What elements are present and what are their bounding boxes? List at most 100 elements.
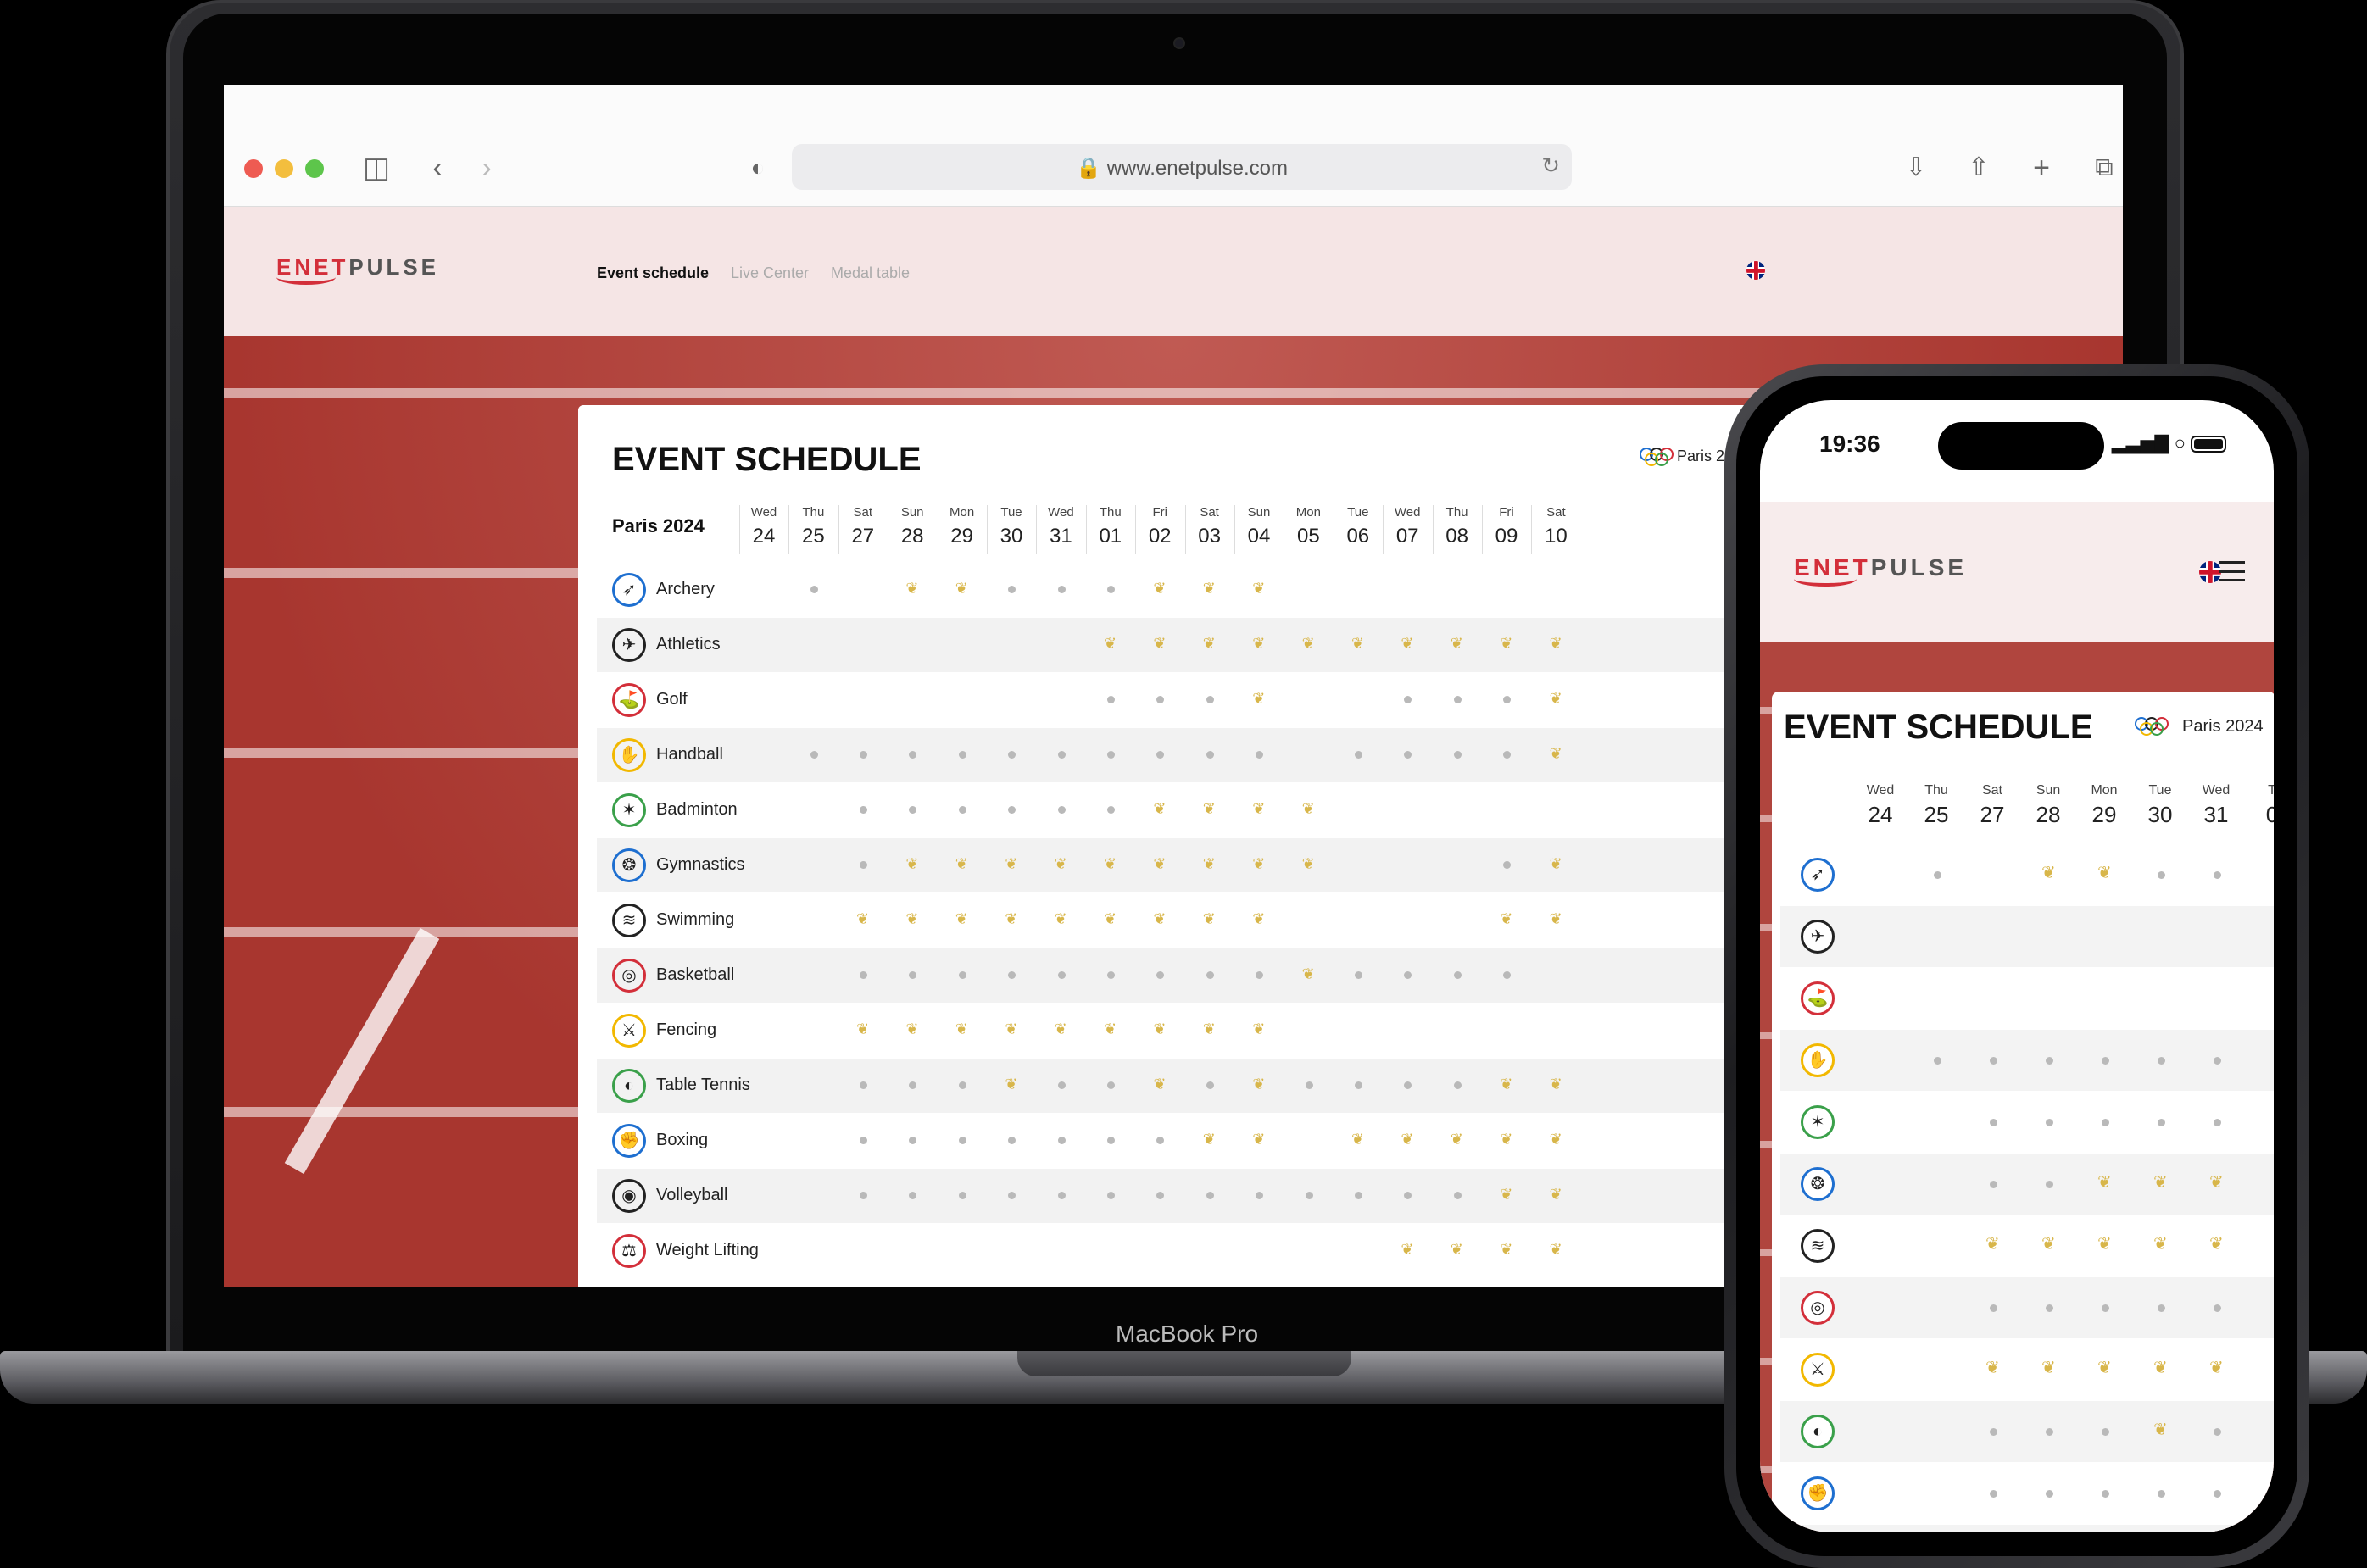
uk-flag-icon[interactable] [1746, 261, 1765, 280]
competition-dot[interactable] [1206, 1081, 1214, 1089]
competition-dot[interactable] [958, 1192, 966, 1199]
phone-day-column-header[interactable]: Tue 30 [2133, 783, 2187, 828]
medal-event-marker[interactable]: ❦ [1203, 1020, 1216, 1037]
medal-event-marker[interactable]: ❦ [1153, 1076, 1166, 1093]
competition-dot[interactable] [2102, 1119, 2109, 1126]
competition-dot[interactable] [1107, 806, 1115, 814]
competition-dot[interactable] [1057, 751, 1066, 759]
phone-sport-row[interactable]: ✈ [1780, 906, 2274, 967]
competition-dot[interactable] [2046, 1119, 2053, 1126]
medal-event-marker[interactable]: ❦ [1005, 1076, 1017, 1093]
medal-event-marker[interactable]: ❦ [2153, 1174, 2168, 1191]
competition-dot[interactable] [1990, 1428, 1997, 1436]
competition-dot[interactable] [1990, 1057, 1997, 1065]
download-icon[interactable]: ⇩ [1899, 151, 1933, 185]
competition-dot[interactable] [1156, 696, 1165, 703]
medal-event-marker[interactable]: ❦ [1252, 635, 1265, 652]
medal-event-marker[interactable]: ❦ [1252, 855, 1265, 872]
medal-event-marker[interactable]: ❦ [955, 910, 968, 927]
competition-dot[interactable] [1057, 971, 1066, 979]
medal-event-marker[interactable]: ❦ [1252, 1020, 1265, 1037]
day-column-header[interactable]: Wed 24 [739, 505, 788, 548]
competition-dot[interactable] [1404, 1192, 1412, 1199]
phone-sport-row[interactable]: ◉ [1780, 1525, 2274, 1532]
medal-event-marker[interactable]: ❦ [2097, 1174, 2112, 1191]
medal-event-marker[interactable]: ❦ [1203, 1131, 1216, 1148]
medal-event-marker[interactable]: ❦ [1500, 1076, 1512, 1093]
medal-event-marker[interactable]: ❦ [1104, 910, 1117, 927]
medal-event-marker[interactable]: ❦ [1055, 910, 1067, 927]
competition-dot[interactable] [860, 1192, 867, 1199]
medal-event-marker[interactable]: ❦ [1153, 1020, 1166, 1037]
competition-dot[interactable] [958, 971, 966, 979]
medal-event-marker[interactable]: ❦ [1550, 635, 1562, 652]
phone-day-column-header[interactable]: Sun 28 [2021, 783, 2075, 828]
medal-event-marker[interactable]: ❦ [1351, 1131, 1364, 1148]
medal-event-marker[interactable]: ❦ [1550, 1241, 1562, 1258]
medal-event-marker[interactable]: ❦ [2153, 1421, 2168, 1438]
medal-event-marker[interactable]: ❦ [1550, 1186, 1562, 1203]
medal-event-marker[interactable]: ❦ [2153, 1359, 2168, 1376]
medal-event-marker[interactable]: ❦ [1500, 1131, 1512, 1148]
competition-dot[interactable] [1404, 971, 1412, 979]
competition-dot[interactable] [1355, 971, 1362, 979]
medal-event-marker[interactable]: ❦ [1104, 1020, 1117, 1037]
competition-dot[interactable] [860, 971, 867, 979]
competition-dot[interactable] [2214, 1304, 2221, 1312]
competition-dot[interactable] [1156, 1137, 1165, 1144]
competition-dot[interactable] [1057, 1137, 1066, 1144]
medal-event-marker[interactable]: ❦ [1203, 580, 1216, 597]
medal-event-marker[interactable]: ❦ [2041, 1359, 2056, 1376]
medal-event-marker[interactable]: ❦ [1153, 800, 1166, 817]
day-column-header[interactable]: Mon 05 [1284, 505, 1333, 548]
medal-event-marker[interactable]: ❦ [856, 1020, 869, 1037]
competition-dot[interactable] [2158, 1057, 2165, 1065]
phone-sport-row[interactable]: ⛳ [1780, 968, 2274, 1029]
competition-dot[interactable] [1453, 1192, 1462, 1199]
competition-dot[interactable] [2214, 1119, 2221, 1126]
medal-event-marker[interactable]: ❦ [905, 580, 918, 597]
phone-day-column-header[interactable]: Wed 31 [2189, 783, 2243, 828]
medal-event-marker[interactable]: ❦ [1401, 1131, 1413, 1148]
phone-sport-row[interactable]: ◎ [1780, 1277, 2274, 1338]
competition-dot[interactable] [1057, 806, 1066, 814]
competition-dot[interactable] [1256, 1192, 1264, 1199]
medal-event-marker[interactable]: ❦ [1451, 635, 1463, 652]
competition-dot[interactable] [2158, 1490, 2165, 1498]
competition-dot[interactable] [1503, 751, 1512, 759]
competition-dot[interactable] [1355, 751, 1362, 759]
competition-dot[interactable] [860, 751, 867, 759]
medal-event-marker[interactable]: ❦ [856, 910, 869, 927]
day-column-header[interactable]: Tue 30 [987, 505, 1036, 548]
phone-uk-flag-icon[interactable] [2199, 561, 2221, 583]
competition-dot[interactable] [1990, 1181, 1997, 1188]
medal-event-marker[interactable]: ❦ [1252, 800, 1265, 817]
competition-dot[interactable] [909, 1192, 917, 1199]
competition-dot[interactable] [2214, 1490, 2221, 1498]
competition-dot[interactable] [1008, 1137, 1016, 1144]
phone-day-column-header[interactable]: Mon 29 [2077, 783, 2131, 828]
medal-event-marker[interactable]: ❦ [1985, 1236, 2000, 1253]
forward-icon[interactable]: › [470, 151, 504, 185]
competition-dot[interactable] [1206, 1192, 1214, 1199]
medal-event-marker[interactable]: ❦ [1500, 910, 1512, 927]
competition-dot[interactable] [1503, 696, 1512, 703]
new-tab-icon[interactable]: + [2024, 151, 2058, 185]
medal-event-marker[interactable]: ❦ [955, 580, 968, 597]
medal-event-marker[interactable]: ❦ [1252, 1076, 1265, 1093]
day-column-header[interactable]: Mon 29 [938, 505, 987, 548]
phone-sport-row[interactable]: ◐ ❦ [1780, 1401, 2274, 1462]
competition-dot[interactable] [1057, 1192, 1066, 1199]
medal-event-marker[interactable]: ❦ [1550, 1131, 1562, 1148]
competition-dot[interactable] [958, 1137, 966, 1144]
competition-dot[interactable] [958, 806, 966, 814]
tabs-icon[interactable]: ⧉ [2087, 151, 2121, 185]
nav-event-schedule[interactable]: Event schedule [597, 264, 709, 282]
medal-event-marker[interactable]: ❦ [1104, 635, 1117, 652]
competition-dot[interactable] [1107, 1081, 1115, 1089]
medal-event-marker[interactable]: ❦ [1500, 1241, 1512, 1258]
medal-event-marker[interactable]: ❦ [905, 855, 918, 872]
phone-sport-row[interactable]: ✶ [1780, 1092, 2274, 1153]
competition-dot[interactable] [1107, 751, 1115, 759]
medal-event-marker[interactable]: ❦ [1550, 910, 1562, 927]
